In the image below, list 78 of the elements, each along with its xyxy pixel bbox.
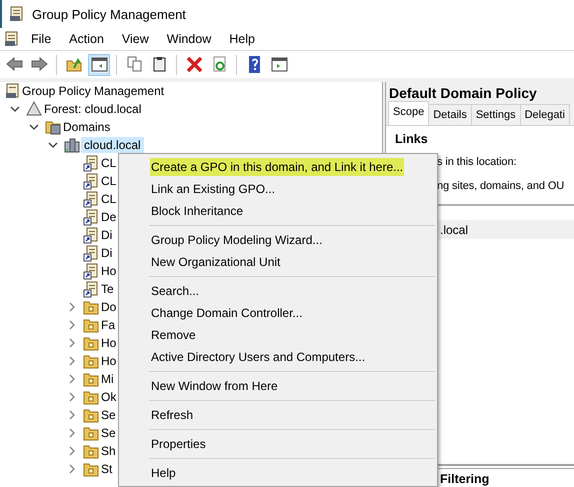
tree-item[interactable]: cloud.local <box>81 137 144 153</box>
scroll-shortcut-icon <box>83 262 99 280</box>
menu-item[interactable]: Search... <box>150 282 200 300</box>
scroll-shortcut-icon <box>83 226 99 244</box>
tree-item[interactable]: De <box>100 210 118 224</box>
tree-item[interactable]: Fa <box>100 318 116 332</box>
scroll-shortcut-icon <box>83 154 99 172</box>
tree-item[interactable]: Di <box>100 228 114 242</box>
tree-item[interactable]: CL <box>100 192 118 206</box>
expand-chevron-icon[interactable] <box>67 338 77 348</box>
menu-item[interactable]: Create a GPO in this domain, and Link it here... <box>150 158 404 176</box>
expand-chevron-icon[interactable] <box>67 356 77 366</box>
collapse-chevron-icon[interactable] <box>48 140 58 150</box>
scroll-shortcut-icon <box>83 208 99 226</box>
expand-chevron-icon[interactable] <box>67 464 77 474</box>
menu-item[interactable]: Group Policy Modeling Wizard... <box>150 231 324 249</box>
menu-item[interactable]: Refresh <box>150 406 194 424</box>
copy-icon <box>124 55 144 74</box>
console-icon <box>4 82 20 100</box>
tree-item[interactable]: Se <box>100 408 117 422</box>
tree-item[interactable]: CL <box>100 174 118 188</box>
expand-chevron-icon[interactable] <box>67 302 77 312</box>
tree-item[interactable]: Group Policy Management <box>21 84 166 98</box>
tree-item[interactable]: Se <box>100 426 117 440</box>
delete-icon <box>184 55 204 74</box>
collapse-chevron-icon[interactable] <box>29 122 39 132</box>
tree-item[interactable]: Ho <box>100 354 118 368</box>
tab[interactable]: Delegati <box>520 104 570 125</box>
menu-item[interactable]: Window <box>158 30 220 48</box>
forward-arrow-icon <box>30 55 48 74</box>
menu-item[interactable]: Link an Existing GPO... <box>150 180 276 198</box>
tree-item[interactable]: Di <box>100 246 114 260</box>
menu-item[interactable]: Change Domain Controller... <box>150 304 304 322</box>
expand-chevron-icon[interactable] <box>67 392 77 402</box>
scroll-shortcut-icon <box>83 280 99 298</box>
tree-item[interactable]: Ho <box>100 336 118 350</box>
menu-item[interactable]: Action <box>61 30 112 48</box>
server-icon <box>64 136 80 154</box>
tree-item[interactable]: St <box>100 462 114 476</box>
section-heading: Links <box>394 131 429 146</box>
tree-item[interactable]: CL <box>100 156 118 170</box>
triangle-icon <box>26 100 42 118</box>
console-tree-icon <box>90 55 108 74</box>
description-text: ng sites, domains, and OU <box>436 180 566 192</box>
section-heading: Filtering <box>439 471 490 487</box>
console-tree-button[interactable] <box>88 54 110 76</box>
tree-item[interactable]: Domains <box>62 120 112 134</box>
menu-item[interactable]: New Window from Here <box>150 377 279 395</box>
scroll-shortcut-icon <box>83 190 99 208</box>
menu-item[interactable]: File <box>23 30 60 48</box>
expand-chevron-icon[interactable] <box>67 374 77 384</box>
tree-item[interactable]: Ok <box>100 390 118 404</box>
window-title: Group Policy Management <box>32 6 186 22</box>
tree-item[interactable]: Do <box>100 300 118 314</box>
scroll-shortcut-icon <box>83 244 99 262</box>
expand-chevron-icon[interactable] <box>67 320 77 330</box>
expand-chevron-icon[interactable] <box>67 446 77 456</box>
menu-item[interactable]: Block Inheritance <box>150 202 244 220</box>
tab[interactable]: Scope <box>388 101 430 125</box>
menu-item[interactable]: Remove <box>150 326 197 344</box>
tree-item[interactable]: Ho <box>100 264 118 278</box>
tree-item[interactable]: Mi <box>100 372 115 386</box>
menu-item[interactable]: View <box>114 30 157 48</box>
menu-item[interactable]: Properties <box>150 435 207 453</box>
menu-item[interactable]: Help <box>150 464 177 482</box>
menu-item[interactable]: Help <box>221 30 263 48</box>
tree-item[interactable]: Te <box>100 282 115 296</box>
tree-item[interactable]: Forest: cloud.local <box>43 102 142 116</box>
collapse-chevron-icon[interactable] <box>10 104 20 114</box>
expand-chevron-icon[interactable] <box>67 428 77 438</box>
expand-chevron-icon[interactable] <box>67 410 77 420</box>
back-arrow-icon <box>4 55 24 74</box>
scroll-shortcut-icon <box>83 172 99 190</box>
policy-title: Default Domain Policy <box>388 84 538 103</box>
menu-item[interactable]: Active Directory Users and Computers... <box>150 348 366 366</box>
menu-item[interactable]: New Organizational Unit <box>150 253 282 271</box>
tree-item[interactable]: Sh <box>100 444 117 458</box>
action-pane-icon <box>270 55 288 74</box>
